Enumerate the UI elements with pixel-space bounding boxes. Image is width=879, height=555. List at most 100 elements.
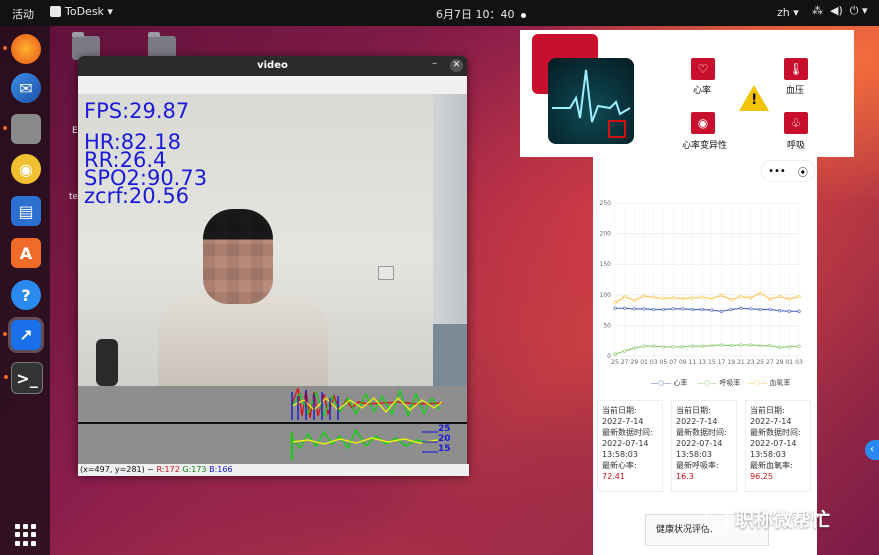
- data-point: [797, 294, 801, 299]
- x-tick-label: 13: [698, 359, 706, 366]
- x-tick-label: 29: [776, 359, 784, 366]
- y-tick-label: 150: [600, 261, 612, 268]
- card-line: 13:58:03: [750, 450, 786, 459]
- watermark: 职称微帮忙: [705, 505, 830, 532]
- x-tick-label: 03: [795, 359, 803, 366]
- ecg-marker: [608, 120, 626, 138]
- data-point: [729, 298, 733, 302]
- x-tick-label: 03: [650, 359, 658, 366]
- data-point: [661, 307, 666, 312]
- card-line: 最新呼吸率:: [676, 461, 719, 470]
- data-point: [671, 345, 675, 349]
- data-point: [787, 309, 791, 313]
- person-body: [158, 294, 328, 386]
- x-tick-label: 07: [669, 359, 677, 366]
- card-value: 72.41: [602, 472, 625, 481]
- data-point: [652, 344, 656, 348]
- show-apps-icon[interactable]: [15, 524, 37, 546]
- label-breathing: 呼吸: [787, 141, 806, 151]
- x-tick-label: 27: [621, 359, 629, 366]
- video-window[interactable]: video – ✕ FPS:29.87 HR:82.18 RR:26.4 SPO…: [78, 56, 469, 476]
- card-value: 16.3: [676, 472, 694, 481]
- x-tick-label: 11: [689, 359, 697, 366]
- status-coords: (x=497, y=281) ~: [80, 465, 157, 474]
- thermometer-icon[interactable]: 🌡: [784, 58, 808, 80]
- input-method-menu[interactable]: zh ▾: [777, 6, 799, 19]
- activities-button[interactable]: 活动: [12, 6, 34, 22]
- lungs-icon[interactable]: ♧: [784, 112, 808, 134]
- data-point: [710, 343, 714, 348]
- tick-label: 20: [438, 434, 451, 444]
- todesk-icon[interactable]: ↗: [3, 317, 44, 353]
- top-bar: 活动 ToDesk ▾ 6月7日 10：40 zh ▾ ⁂ ◀) ⏻ ▾: [0, 0, 879, 26]
- hrv-icon[interactable]: ◉: [691, 112, 715, 134]
- data-point: [710, 308, 714, 312]
- x-tick-label: 01: [640, 359, 648, 366]
- system-tray[interactable]: ⁂ ◀) ⏻ ▾: [812, 4, 868, 18]
- heart-icon[interactable]: ♡: [691, 58, 715, 80]
- firefox-icon[interactable]: [3, 34, 41, 64]
- app-menu[interactable]: ToDesk ▾: [50, 5, 113, 18]
- legend-spo2: —○— 血氧率: [747, 379, 791, 387]
- card-line: 最新血氧率:: [750, 461, 793, 470]
- signal-plot-bottom: 25 20 15: [78, 424, 467, 464]
- pixelated-face: [203, 209, 273, 304]
- thunderbird-icon[interactable]: ✉: [11, 73, 41, 103]
- software-icon[interactable]: A: [11, 238, 41, 268]
- writer-icon[interactable]: ▤: [11, 196, 41, 226]
- data-point: [642, 294, 646, 298]
- data-card-rr: 当前日期: 2022-7-14 最新数据时间: 2022-07-14 13:58…: [671, 400, 737, 492]
- dock: ✉ ◉ ▤ A ? ↗ >_: [0, 26, 50, 555]
- data-point: [768, 307, 772, 312]
- data-point: [739, 294, 743, 299]
- y-tick-label: 200: [600, 231, 612, 238]
- x-tick-label: 27: [766, 359, 774, 366]
- rhythmbox-icon[interactable]: ◉: [11, 154, 41, 184]
- data-point: [671, 307, 675, 311]
- data-point: [719, 343, 724, 347]
- status-b: B:166: [209, 465, 233, 474]
- y-tick-label: 100: [600, 292, 612, 299]
- clock-text: 6月7日 10：40: [436, 8, 515, 21]
- side-collapse-button[interactable]: ‹: [865, 440, 879, 460]
- terminal-icon[interactable]: >_: [4, 362, 43, 394]
- health-line-chart: 25020015010050025 27 29 01 03 05 07 09 11 13 15 17 1…: [600, 200, 803, 366]
- data-point: [661, 345, 666, 349]
- data-point: [739, 306, 743, 310]
- data-point: [777, 294, 782, 299]
- legend-rr: —○— 呼吸率: [697, 379, 741, 387]
- data-point: [613, 352, 617, 356]
- series-line: [614, 292, 800, 304]
- clock[interactable]: 6月7日 10：40: [436, 6, 526, 22]
- help-icon[interactable]: ?: [11, 280, 41, 310]
- data-point: [777, 345, 782, 350]
- card-line: 2022-7-14: [602, 417, 644, 426]
- data-point: [719, 309, 724, 313]
- wechat-icon: [705, 508, 729, 529]
- files-icon[interactable]: [3, 114, 41, 144]
- data-card-hr: 当前日期: 2022-7-14 最新数据时间: 2022-07-14 13:58…: [597, 400, 663, 492]
- x-tick-label: 17: [718, 359, 726, 366]
- data-point: [700, 344, 704, 348]
- x-tick-label: 19: [727, 359, 735, 366]
- minimize-button[interactable]: –: [432, 58, 437, 69]
- window-title: video: [257, 60, 288, 71]
- signal-green-2: [291, 428, 439, 450]
- data-point: [729, 343, 733, 348]
- notification-dot: [520, 12, 526, 18]
- tick-label: 15: [438, 444, 451, 454]
- health-panel: ♡ 心率 🌡 血压 ◉ 心率变异性 ♧ 呼吸 !: [520, 30, 854, 157]
- data-point: [797, 309, 801, 313]
- data-point: [758, 307, 762, 312]
- data-point: [661, 296, 666, 301]
- legend-label: 心率: [673, 379, 688, 387]
- y-tick-label: 250: [600, 200, 612, 207]
- data-point: [768, 343, 772, 348]
- pixel-status-bar: (x=497, y=281) ~ R:172 G:173 B:166: [78, 464, 469, 476]
- phone-app: ••• ⦿ 250 200 150 100 50 0 25 27 29 01 03 05 07 09 11 13…: [593, 157, 817, 555]
- x-tick-label: 23: [747, 359, 755, 366]
- desktop-label: E: [72, 126, 78, 136]
- ecg-icon: [548, 58, 634, 144]
- close-button[interactable]: ✕: [450, 59, 463, 72]
- data-point: [681, 296, 685, 301]
